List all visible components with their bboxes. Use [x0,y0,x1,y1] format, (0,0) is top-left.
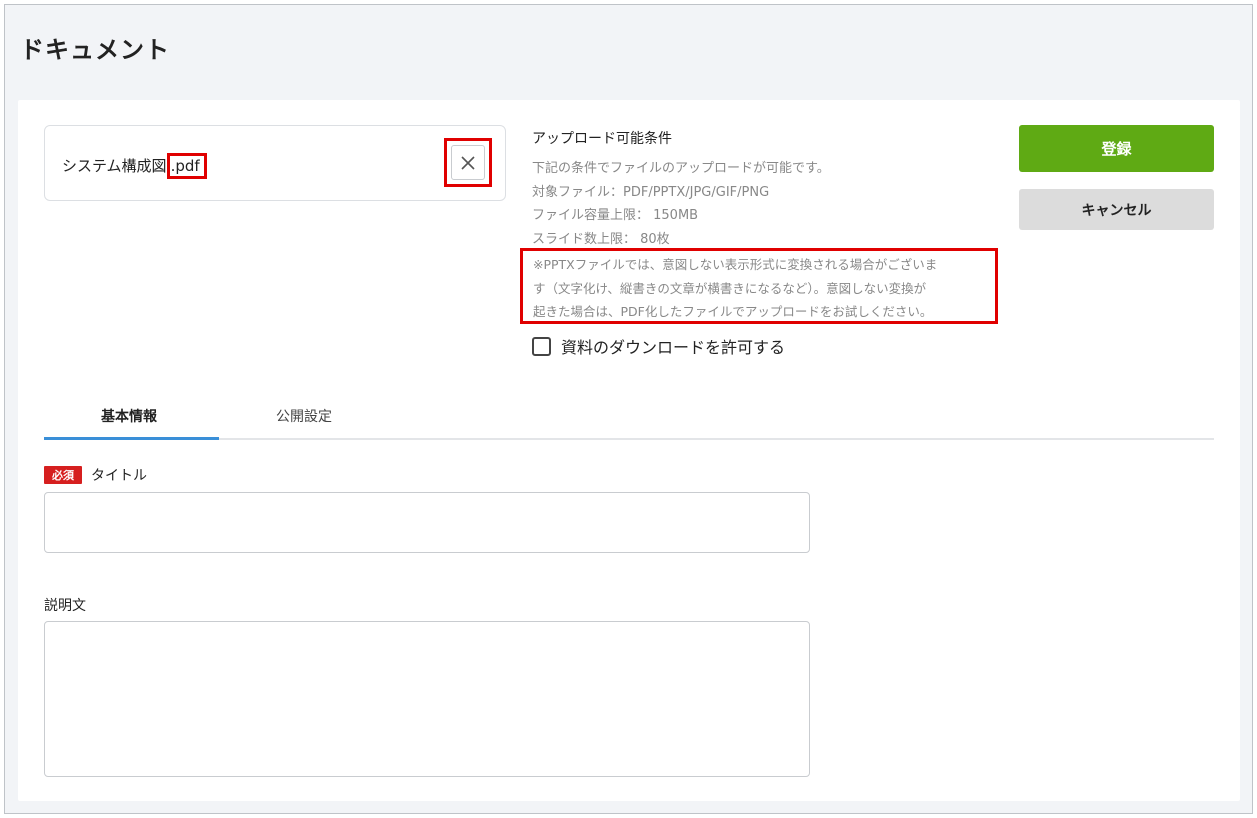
download-permission-row[interactable]: 資料のダウンロードを許可する [532,334,785,358]
active-tab-indicator [44,437,219,440]
title-input[interactable] [44,492,810,553]
file-name-extension: .pdf [166,153,207,179]
note-line: す（文字化け、縦書きの文章が横書きになるなど）。意図しない変換が [533,280,927,296]
close-icon [461,155,475,170]
page-title: ドキュメント [20,36,170,64]
title-label: タイトル [91,468,147,484]
register-button[interactable]: 登録 [1019,125,1214,172]
upload-conditions-title: アップロード可能条件 [532,131,672,147]
download-permission-checkbox[interactable] [532,336,551,356]
note-line: 起きた場合は、PDF化したファイルでアップロードをお試しください。 [533,304,933,319]
download-permission-label[interactable]: 資料のダウンロードを許可する [561,334,785,358]
file-name-base: システム構成図 [62,157,167,175]
condition-line: 下記の条件でファイルのアップロードが可能です。 [532,161,830,176]
upload-conditions-list: 下記の条件でファイルのアップロードが可能です。 対象ファイル：PDF/PPTX/… [532,157,830,251]
uploaded-file-name: システム構成図 .pdf [62,153,207,179]
condition-line: ファイル容量上限： 150MB [532,208,699,223]
required-badge: 必須 [44,466,82,484]
tab-basic-info[interactable]: 基本情報 [101,406,157,426]
cancel-button[interactable]: キャンセル [1019,189,1214,230]
tabs-divider [44,438,1214,440]
remove-file-button[interactable] [444,138,492,187]
description-textarea[interactable] [44,621,810,777]
pptx-conversion-note: ※PPTXファイルでは、意図しない表示形式に変換される場合がございま す（文字化… [520,248,998,324]
condition-line: 対象ファイル：PDF/PPTX/JPG/GIF/PNG [532,184,770,200]
note-line: ※PPTXファイルでは、意図しない表示形式に変換される場合がございま [533,257,938,272]
tab-publish-settings[interactable]: 公開設定 [276,406,332,426]
description-label: 説明文 [44,598,86,614]
remove-file-button-inner[interactable] [451,145,485,180]
